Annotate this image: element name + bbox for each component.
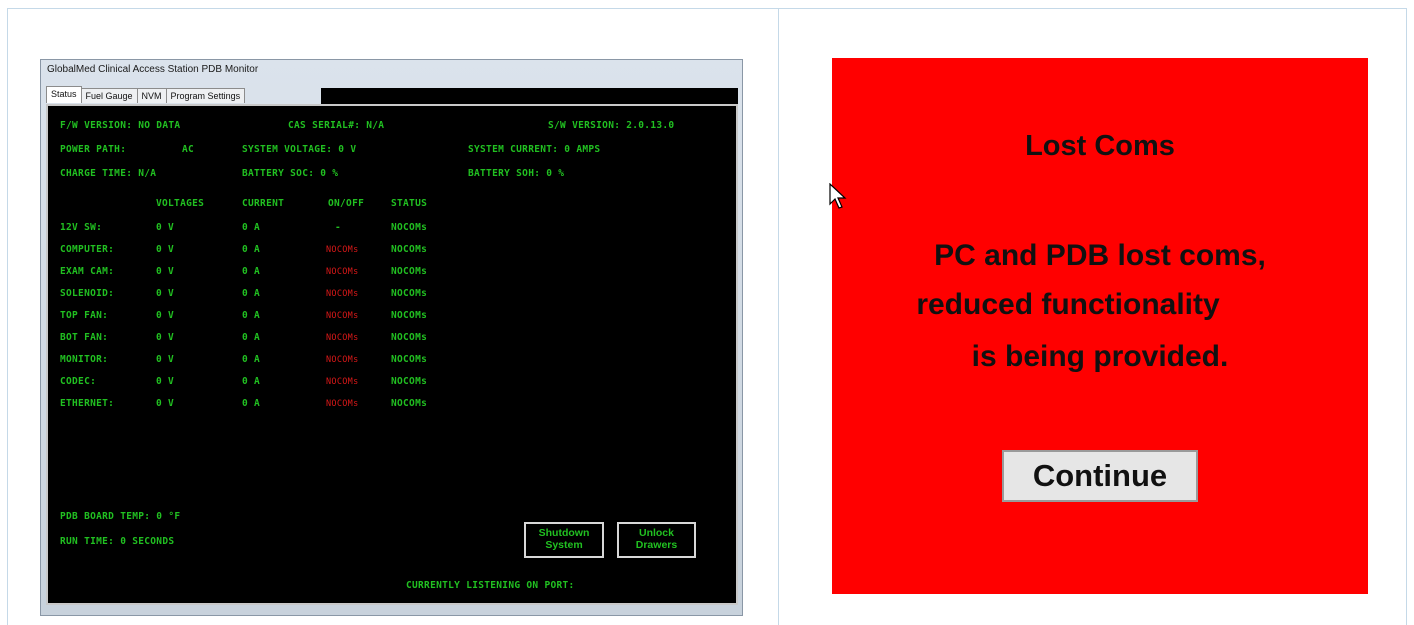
row-name: MONITOR:: [60, 354, 109, 365]
lost-coms-dialog: Lost Coms PC and PDB lost coms, reduced …: [832, 58, 1368, 594]
status-screen: F/W VERSION: NO DATA CAS SERIAL#: N/A S/…: [46, 104, 738, 605]
row-onoff: NOCOMs: [326, 377, 359, 387]
row-current: 0 A: [242, 222, 261, 233]
row-voltage: 0 V: [156, 266, 175, 277]
tab-status[interactable]: Status: [46, 86, 82, 103]
row-status: NOCOMs: [391, 398, 428, 409]
system-voltage: SYSTEM VOLTAGE: 0 V: [242, 144, 357, 155]
row-voltage: 0 V: [156, 244, 175, 255]
row-voltage: 0 V: [156, 332, 175, 343]
tab-strip-filler: [321, 88, 738, 104]
row-voltage: 0 V: [156, 310, 175, 321]
row-current: 0 A: [242, 310, 261, 321]
unlock-drawers-button[interactable]: Unlock Drawers: [617, 522, 696, 558]
row-onoff: -: [335, 222, 342, 233]
cas-serial: CAS SERIAL#: N/A: [288, 120, 385, 131]
header-voltages: VOLTAGES: [156, 198, 205, 209]
row-onoff: NOCOMs: [326, 245, 359, 255]
tab-strip: Status Fuel Gauge NVM Program Settings: [46, 86, 246, 104]
row-onoff: NOCOMs: [326, 289, 359, 299]
battery-soc: BATTERY SOC: 0 %: [242, 168, 339, 179]
row-name: 12V SW:: [60, 222, 103, 233]
window-title: GlobalMed Clinical Access Station PDB Mo…: [47, 64, 259, 75]
row-onoff: NOCOMs: [326, 267, 359, 277]
mouse-cursor-icon: [829, 183, 847, 209]
row-voltage: 0 V: [156, 398, 175, 409]
dialog-title: Lost Coms: [1025, 130, 1175, 162]
charge-time: CHARGE TIME: N/A: [60, 168, 157, 179]
tab-program-settings[interactable]: Program Settings: [165, 88, 246, 103]
row-voltage: 0 V: [156, 376, 175, 387]
row-name: ETHERNET:: [60, 398, 115, 409]
row-current: 0 A: [242, 376, 261, 387]
power-path-label: POWER PATH:: [60, 144, 127, 155]
continue-button[interactable]: Continue: [1002, 450, 1198, 502]
run-time: RUN TIME: 0 SECONDS: [60, 536, 175, 547]
header-onoff: ON/OFF: [328, 198, 365, 209]
row-status: NOCOMs: [391, 266, 428, 277]
row-status: NOCOMs: [391, 332, 428, 343]
row-voltage: 0 V: [156, 288, 175, 299]
row-name: CODEC:: [60, 376, 97, 387]
system-current: SYSTEM CURRENT: 0 AMPS: [468, 144, 601, 155]
battery-soh: BATTERY SOH: 0 %: [468, 168, 565, 179]
dialog-message-line1: PC and PDB lost coms,: [934, 239, 1266, 272]
row-status: NOCOMs: [391, 288, 428, 299]
row-current: 0 A: [242, 288, 261, 299]
listening-port: CURRENTLY LISTENING ON PORT:: [406, 580, 575, 591]
pdb-monitor-window: GlobalMed Clinical Access Station PDB Mo…: [40, 59, 743, 616]
tab-nvm[interactable]: NVM: [136, 88, 167, 103]
row-voltage: 0 V: [156, 354, 175, 365]
sw-version: S/W VERSION: 2.0.13.0: [548, 120, 675, 131]
row-voltage: 0 V: [156, 222, 175, 233]
row-status: NOCOMs: [391, 354, 428, 365]
fw-version: F/W VERSION: NO DATA: [60, 120, 181, 131]
row-status: NOCOMs: [391, 222, 428, 233]
row-status: NOCOMs: [391, 376, 428, 387]
row-current: 0 A: [242, 244, 261, 255]
board-temp: PDB BOARD TEMP: 0 °F: [60, 511, 181, 522]
tab-fuel-gauge[interactable]: Fuel Gauge: [80, 88, 138, 103]
row-name: COMPUTER:: [60, 244, 115, 255]
row-current: 0 A: [242, 354, 261, 365]
row-status: NOCOMs: [391, 244, 428, 255]
power-path-value: AC: [182, 144, 195, 155]
row-onoff: NOCOMs: [326, 333, 359, 343]
header-status: STATUS: [391, 198, 428, 209]
unlock-line1: Unlock: [638, 527, 674, 539]
row-name: SOLENOID:: [60, 288, 115, 299]
row-status: NOCOMs: [391, 310, 428, 321]
shutdown-line1: Shutdown: [538, 527, 590, 539]
dialog-message-line3: is being provided.: [971, 340, 1229, 373]
row-name: TOP FAN:: [60, 310, 109, 321]
header-current: CURRENT: [242, 198, 285, 209]
row-onoff: NOCOMs: [326, 355, 359, 365]
shutdown-system-button[interactable]: Shutdown System: [524, 522, 604, 558]
row-name: EXAM CAM:: [60, 266, 115, 277]
row-name: BOT FAN:: [60, 332, 109, 343]
shutdown-line2: System: [545, 539, 583, 551]
unlock-line2: Drawers: [635, 539, 678, 551]
row-onoff: NOCOMs: [326, 311, 359, 321]
row-current: 0 A: [242, 332, 261, 343]
row-onoff: NOCOMs: [326, 399, 359, 409]
row-current: 0 A: [242, 398, 261, 409]
row-current: 0 A: [242, 266, 261, 277]
dialog-message-line2: reduced functionality: [916, 288, 1220, 321]
